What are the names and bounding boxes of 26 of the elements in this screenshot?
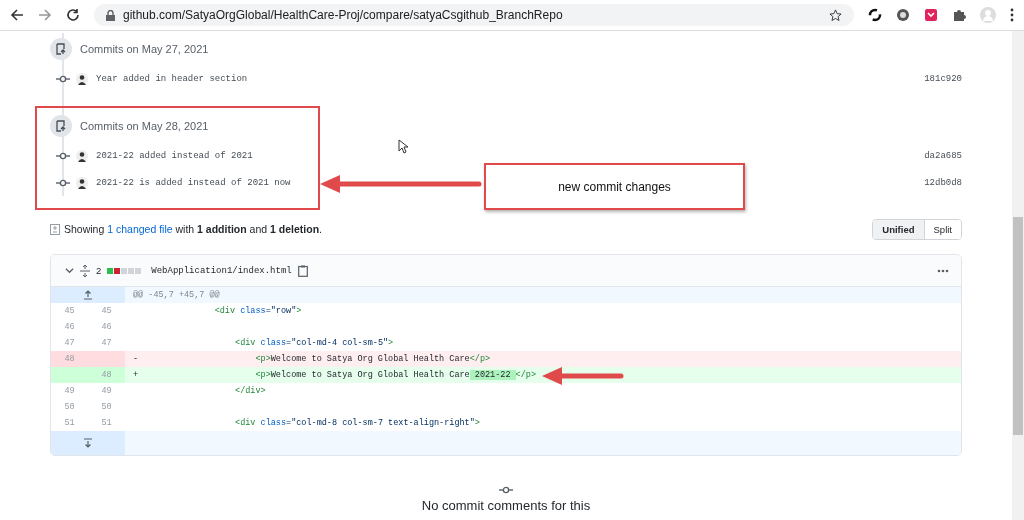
view-toggle-button[interactable]: Split [923, 219, 961, 239]
annotation-callout: new commit changes [484, 163, 745, 210]
code-line: </div> [234, 386, 266, 396]
code-line: <div class="col-md-8 col-sm-7 text-align-right"> [234, 418, 480, 428]
code-line: <div class="row"> [213, 306, 302, 316]
commit-message[interactable]: 2021-22 added instead of 2021 [96, 150, 253, 161]
commit-sha[interactable]: 12db0d8 [924, 177, 962, 188]
file-path[interactable]: WebApplication1/index.html [151, 265, 292, 276]
code-line: + <p>Welcome to Satya Org Global Health Care 2021-22 </p> [132, 370, 537, 380]
commit-message[interactable]: Year added in header section [96, 73, 248, 84]
group-heading: Commits on May 28, 2021 [80, 120, 209, 132]
line-number-cell: 48 [51, 351, 88, 367]
line-number-cell: 48 [88, 367, 125, 383]
code-line: <div class="col-md-4 col-sm-5"> [234, 338, 394, 348]
commit-sha[interactable]: 181c920 [924, 73, 962, 84]
change-count: 2 [96, 265, 102, 276]
code-line: - <p>Welcome to Satya Org Global Health Care</p> [132, 354, 491, 364]
commit-message[interactable]: 2021-22 is added instead of 2021 now [96, 177, 291, 188]
changed-file-link[interactable]: 1 changed file [107, 223, 173, 235]
summary-text: Showing 1 changed file with 1 addition and 1 deletion. [64, 223, 322, 235]
address-bar[interactable]: github.com/SatyaOrgGlobal/HealthCare-Proj/compare/satyaCsgithub_BranchRepo [94, 4, 854, 26]
view-toggle-button[interactable]: Unified [873, 219, 924, 239]
group-heading: Commits on May 27, 2021 [80, 43, 209, 55]
hunk-header: @@ -45,7 +45,7 @@ [132, 290, 220, 300]
footer-text: No commit comments for this [421, 498, 591, 513]
commit-sha[interactable]: da2a685 [924, 150, 962, 161]
